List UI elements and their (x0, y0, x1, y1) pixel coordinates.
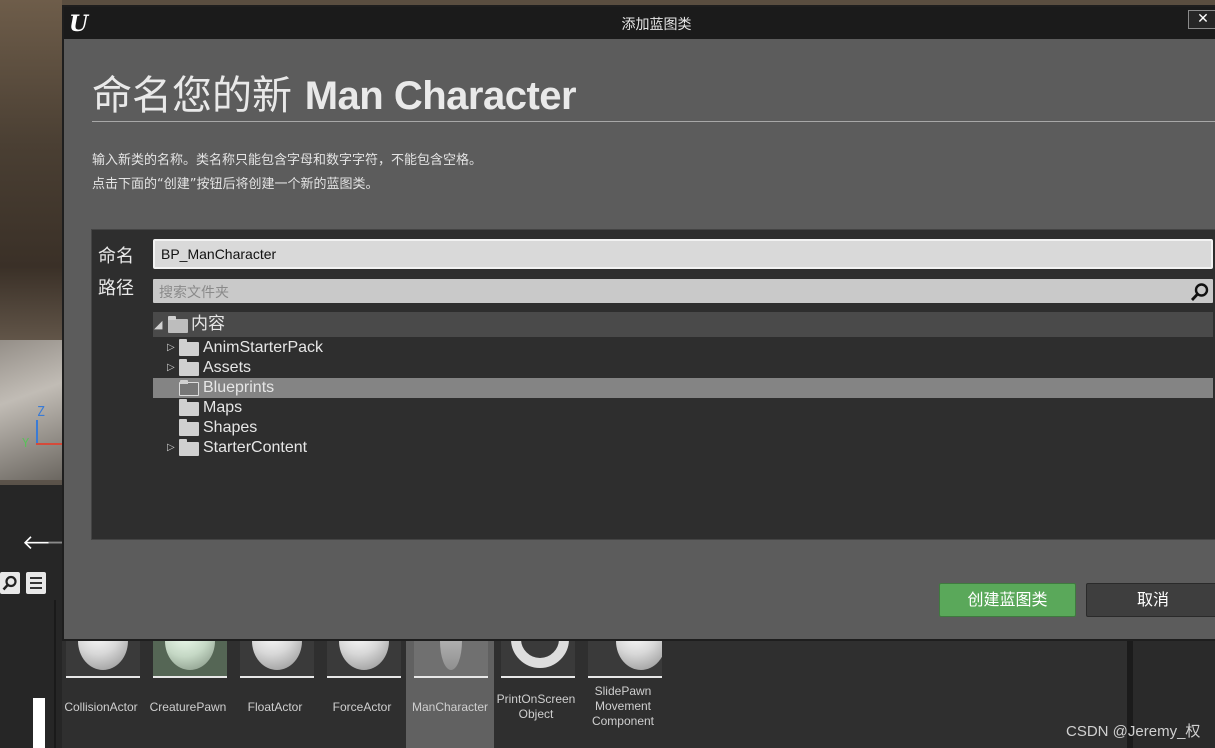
asset-tile[interactable]: CollisionActor (62, 640, 140, 748)
asset-label: CreaturePawn (149, 700, 227, 714)
heading-class-name: Man Character (304, 74, 577, 118)
folder-icon (179, 399, 199, 416)
tree-item-assets[interactable]: ▷ Assets (153, 358, 1213, 378)
folder-open-icon (168, 316, 188, 333)
tree-item-label: Blueprints (203, 379, 275, 396)
asset-label: ManCharacter (411, 700, 489, 714)
heading-prefix: 命名您的新 (92, 73, 292, 119)
asset-tile[interactable]: PrintOnScreen Object (497, 640, 575, 748)
expanded-triangle-icon[interactable]: ◢ (154, 312, 162, 337)
tree-item-label: Assets (203, 359, 252, 376)
asset-tile[interactable]: SlidePawn Movement Component (584, 640, 662, 748)
folder-icon (179, 419, 199, 436)
asset-label: FloatActor (247, 700, 303, 714)
list-view-icon[interactable] (26, 572, 46, 594)
close-button[interactable]: ✕ (1188, 10, 1215, 29)
watermark: CSDN @Jeremy_权 (1066, 723, 1201, 740)
asset-grid: CollisionActor CreaturePawn FloatActor F… (62, 640, 1127, 748)
asset-thumbnail (327, 640, 401, 678)
page-title: 命名您的新 Man Character (92, 63, 577, 121)
heading-divider (92, 121, 1215, 122)
add-blueprint-class-dialog: U 添加蓝图类 ✕ 命名您的新 Man Character 输入新类的名称。类名… (62, 5, 1215, 641)
viewport-scene (0, 340, 62, 480)
asset-tile[interactable]: ForceActor (323, 640, 401, 748)
asset-thumbnail (66, 640, 140, 678)
asset-label: PrintOnScreen Object (496, 692, 576, 721)
asset-label: SlidePawn Movement Component (591, 684, 655, 728)
tree-item-label: StarterContent (203, 439, 308, 456)
cancel-button[interactable]: 取消 (1086, 583, 1215, 617)
description-line-2: 点击下面的“创建”按钮后将创建一个新的蓝图类。 (92, 177, 379, 192)
folder-icon (179, 380, 199, 396)
axis-y-label: Y (22, 436, 30, 450)
collapsed-triangle-icon[interactable]: ▷ (167, 358, 175, 378)
asset-tile-selected[interactable]: ManCharacter (406, 640, 494, 748)
folder-search-input[interactable]: 搜索文件夹 (153, 279, 1213, 303)
asset-thumbnail (153, 640, 227, 678)
content-browser-sidebar (0, 485, 62, 748)
asset-tile[interactable]: FloatActor (236, 640, 314, 748)
tree-item-startercontent[interactable]: ▷ StarterContent (153, 438, 1213, 458)
tree-root-content[interactable]: ◢ 内容 (153, 312, 1213, 337)
axis-z-line (36, 420, 38, 444)
asset-label: ForceActor (332, 700, 392, 714)
tree-item-animstarterpack[interactable]: ▷ AnimStarterPack (153, 338, 1213, 358)
search-icon[interactable] (1190, 282, 1210, 302)
tree-item-label: Maps (203, 399, 243, 416)
name-path-panel: 命名 路径 BP_ManCharacter 搜索文件夹 ◢ 内容 ▷ AnimS… (91, 229, 1215, 540)
asset-thumbnail (414, 640, 488, 678)
create-blueprint-button[interactable]: 创建蓝图类 (939, 583, 1076, 617)
asset-label: CollisionActor (64, 700, 138, 714)
axis-x-line (36, 443, 62, 445)
folder-icon (179, 359, 199, 376)
tree-item-label: 内容 (191, 314, 225, 334)
path-label: 路径 (98, 278, 134, 299)
dialog-titlebar[interactable]: U 添加蓝图类 ✕ (64, 7, 1215, 39)
asset-thumbnail (501, 640, 575, 678)
collapsed-triangle-icon[interactable]: ▷ (167, 438, 175, 458)
collapsed-triangle-icon[interactable]: ▷ (167, 338, 175, 358)
tree-item-blueprints[interactable]: Blueprints (153, 378, 1213, 398)
tree-item-shapes[interactable]: Shapes (153, 418, 1213, 438)
tree-item-label: AnimStarterPack (203, 339, 324, 356)
search-icon[interactable] (0, 572, 20, 594)
panel-divider (54, 600, 56, 748)
asset-tile[interactable]: CreaturePawn (149, 640, 227, 748)
asset-thumbnail (240, 640, 314, 678)
asset-thumbnail (588, 640, 662, 678)
folder-icon (179, 439, 199, 456)
scrollbar-thumb[interactable] (33, 698, 45, 748)
class-name-input[interactable]: BP_ManCharacter (153, 239, 1213, 269)
tree-item-maps[interactable]: Maps (153, 398, 1213, 418)
description-line-1: 输入新类的名称。类名称只能包含字母和数字字符，不能包含空格。 (92, 153, 483, 168)
axis-z-label: Z (37, 405, 45, 420)
folder-icon (179, 339, 199, 356)
dialog-title: 添加蓝图类 (621, 17, 692, 33)
name-label: 命名 (98, 246, 134, 267)
level-viewport[interactable] (0, 0, 62, 485)
tree-item-label: Shapes (203, 419, 258, 436)
